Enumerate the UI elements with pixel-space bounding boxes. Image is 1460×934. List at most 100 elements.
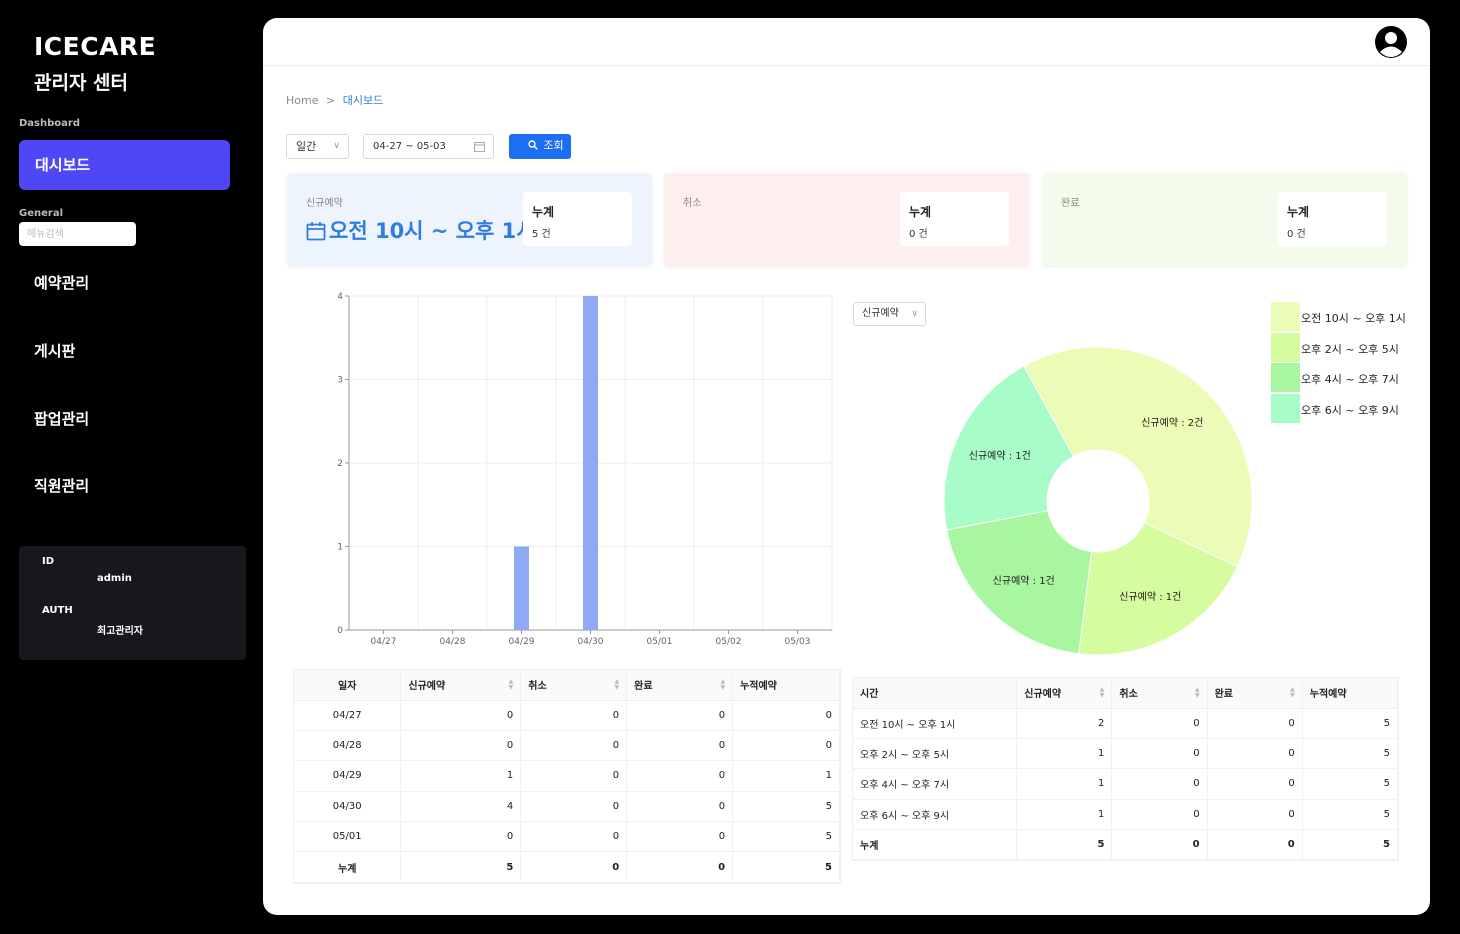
- stat-total-label: 누계: [909, 205, 932, 219]
- stat-card-complete: 완료 누계 0 건: [1042, 173, 1407, 266]
- chevron-down-icon: ∨: [333, 141, 340, 151]
- sort-icon[interactable]: ▲ ▼: [615, 679, 620, 691]
- table-cell: 0: [626, 821, 734, 853]
- bar: [514, 546, 529, 630]
- table-cell: 0: [520, 730, 628, 762]
- y-tick-label: 3: [337, 376, 343, 386]
- stat-total-value: 0 건: [909, 229, 928, 240]
- table-cell: 0: [400, 821, 522, 853]
- column-header-sortable[interactable]: 신규예약 ▲ ▼: [400, 670, 522, 701]
- sidebar-item-staff[interactable]: 직원관리: [34, 475, 89, 496]
- stat-total-box: 누계 5 건: [523, 192, 632, 246]
- sort-icon[interactable]: ▲ ▼: [720, 679, 725, 691]
- sort-icon[interactable]: ▲ ▼: [1290, 687, 1295, 699]
- legend-label: 오전 10시 ~ 오후 1시: [1301, 312, 1406, 325]
- table-cell: 5: [1302, 799, 1399, 831]
- table-total-cell: 5: [732, 851, 840, 883]
- menu-search-input[interactable]: [19, 222, 136, 246]
- table-cell: 0: [1207, 708, 1303, 739]
- column-header-sortable[interactable]: 완료 ▲ ▼: [1207, 678, 1303, 709]
- table-cell: 0: [732, 700, 840, 731]
- stat-label: 신규예약: [306, 198, 343, 209]
- breadcrumb-separator: >: [325, 94, 336, 107]
- pie-slice-label: 신규예약 : 1건: [1119, 591, 1181, 603]
- table-cell: 0: [400, 700, 522, 731]
- table-cell: 0: [1111, 708, 1208, 739]
- table-cell: 04/27: [294, 700, 402, 731]
- table-cell: 0: [520, 760, 628, 792]
- table-cell: 0: [1207, 799, 1303, 831]
- column-header-sortable[interactable]: 취소 ▲ ▼: [1111, 678, 1208, 709]
- y-tick-label: 1: [337, 543, 343, 553]
- column-header-sortable[interactable]: 신규예약 ▲ ▼: [1016, 678, 1113, 709]
- table-cell: 1: [1016, 799, 1113, 831]
- table-total-cell: 0: [1111, 829, 1208, 861]
- pie-slice-label: 신규예약 : 1건: [969, 450, 1031, 462]
- sidebar-item-dashboard[interactable]: 대시보드: [19, 140, 230, 190]
- sort-icon[interactable]: ▲ ▼: [1195, 687, 1200, 699]
- stat-label: 완료: [1061, 198, 1080, 209]
- table-cell: 0: [1207, 738, 1303, 770]
- table-cell: 1: [400, 760, 522, 792]
- table-row: 05/01 0 0 0 5: [294, 821, 840, 853]
- table-total-cell: 0: [626, 851, 734, 883]
- table-row: 오후 2시 ~ 오후 5시 1 0 0 5: [853, 738, 1399, 770]
- table-header-row: 일자 신규예약 ▲ ▼ 취소 ▲ ▼ 완료 ▲ ▼ 누적예약: [294, 670, 840, 701]
- user-auth-label: AUTH: [42, 605, 73, 616]
- table-total-cell: 5: [400, 851, 522, 883]
- table-cell: 0: [1111, 799, 1208, 831]
- sidebar-item-board[interactable]: 게시판: [34, 340, 75, 361]
- table-cell: 5: [1302, 738, 1399, 770]
- column-header: 시간: [853, 678, 1018, 709]
- x-tick-label: 04/27: [371, 637, 397, 647]
- x-tick-label: 05/02: [716, 637, 742, 647]
- table-cell: 0: [626, 791, 734, 823]
- user-avatar-icon[interactable]: [1374, 25, 1408, 59]
- bar: [583, 296, 598, 630]
- table-cell: 오후 4시 ~ 오후 7시: [853, 768, 1018, 800]
- period-select[interactable]: 일간 ∨: [286, 134, 349, 159]
- stat-highlight-text: 오전 10시 ~ 오후 1시: [329, 219, 536, 243]
- search-button-label: 조회: [543, 140, 564, 152]
- table-cell: 1: [1016, 738, 1113, 770]
- table-cell: 0: [626, 760, 734, 792]
- brand-subtitle: 관리자 센터: [34, 72, 129, 94]
- table-cell: 4: [400, 791, 522, 823]
- table-row: 04/28 0 0 0 0: [294, 730, 840, 762]
- stat-label: 취소: [683, 198, 702, 209]
- user-id-label: ID: [42, 556, 55, 567]
- sidebar-item-reservations[interactable]: 예약관리: [34, 272, 89, 293]
- section-label-general: General: [19, 208, 63, 219]
- column-header-sortable[interactable]: 취소 ▲ ▼: [520, 670, 628, 701]
- table-cell: 5: [732, 821, 840, 853]
- sidebar-item-popups[interactable]: 팝업관리: [34, 408, 89, 429]
- search-button[interactable]: 조회: [509, 134, 571, 159]
- y-tick-label: 0: [337, 626, 343, 636]
- stat-total-box: 누계 0 건: [1278, 192, 1387, 246]
- table-row: 04/30 4 0 0 5: [294, 791, 840, 823]
- date-range-picker[interactable]: 04-27 ~ 05-03: [363, 134, 494, 159]
- table-cell: 5: [1302, 768, 1399, 800]
- pie-series-select[interactable]: 신규예약 ∨: [853, 302, 926, 326]
- user-id-value: admin: [97, 573, 132, 584]
- brand-logo[interactable]: ICECARE: [34, 32, 156, 61]
- table-total-cell: 5: [1016, 829, 1113, 861]
- table-cell: 0: [400, 730, 522, 762]
- column-header: 누적예약: [732, 670, 840, 701]
- x-tick-label: 05/01: [647, 637, 673, 647]
- x-tick-label: 04/29: [509, 637, 535, 647]
- sort-icon[interactable]: ▲ ▼: [1100, 687, 1105, 699]
- table-cell: 0: [626, 700, 734, 731]
- table-cell: 5: [1302, 708, 1399, 739]
- column-header-sortable[interactable]: 완료 ▲ ▼: [626, 670, 734, 701]
- y-tick-label: 4: [337, 292, 343, 302]
- breadcrumb-home[interactable]: Home: [286, 94, 318, 107]
- sort-icon[interactable]: ▲ ▼: [509, 679, 514, 691]
- table-cell: 05/01: [294, 821, 402, 853]
- top-bar: [263, 18, 1430, 66]
- table-cell: 0: [520, 700, 628, 731]
- table-cell: 04/28: [294, 730, 402, 762]
- calendar-icon: [306, 222, 326, 241]
- table-cell: 0: [520, 821, 628, 853]
- table-total-cell: 누계: [853, 829, 1018, 861]
